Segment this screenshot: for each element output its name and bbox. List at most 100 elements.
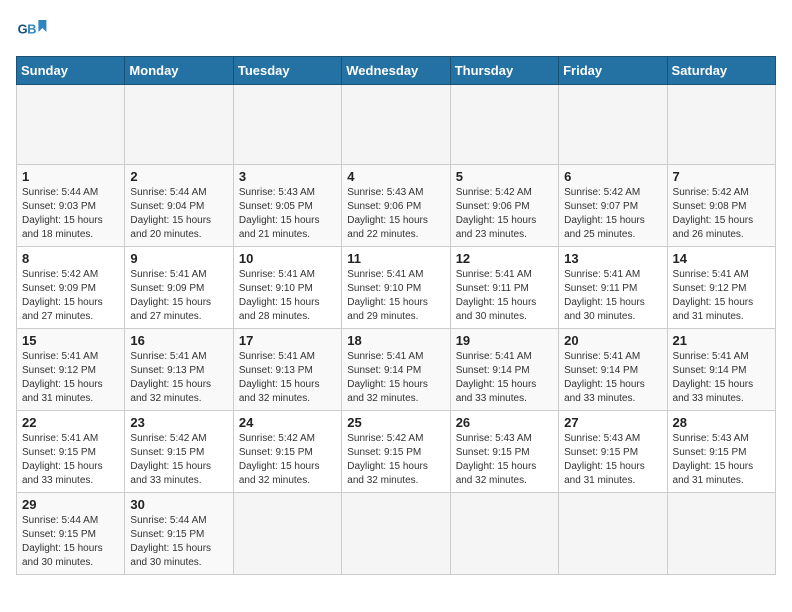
day-info: Sunrise: 5:41 AMSunset: 9:12 PMDaylight:… <box>673 268 770 324</box>
weekday-header-wednesday: Wednesday <box>342 57 450 85</box>
calendar-cell: 6Sunrise: 5:42 AMSunset: 9:07 PMDaylight… <box>559 165 667 247</box>
calendar-week-1: 1 Sunrise: 5:44 AMSunset: 9:03 PMDaylight… <box>17 165 776 247</box>
day-info: Sunrise: 5:43 AMSunset: 9:05 PMDaylight:… <box>239 186 336 242</box>
day-info: Sunrise: 5:42 AMSunset: 9:08 PMDaylight:… <box>673 186 770 242</box>
calendar-cell <box>667 493 775 575</box>
calendar-cell: 27Sunrise: 5:43 AMSunset: 9:15 PMDayligh… <box>559 411 667 493</box>
day-number: 17 <box>239 333 336 348</box>
day-info: Sunrise: 5:43 AMSunset: 9:06 PMDaylight:… <box>347 186 444 242</box>
svg-text:B: B <box>27 22 36 37</box>
day-number: 15 <box>22 333 119 348</box>
day-number: 14 <box>673 251 770 266</box>
calendar-cell: 22 Sunrise: 5:41 AMSunset: 9:15 PMDayligh… <box>17 411 125 493</box>
day-number: 20 <box>564 333 661 348</box>
calendar-cell: 24 Sunrise: 5:42 AMSunset: 9:15 PMDayligh… <box>233 411 341 493</box>
day-number: 11 <box>347 251 444 266</box>
day-number: 29 <box>22 497 119 512</box>
calendar-cell: 21 Sunrise: 5:41 AMSunset: 9:14 PMDayligh… <box>667 329 775 411</box>
day-info: Sunrise: 5:41 AMSunset: 9:15 PMDaylight:… <box>22 432 119 488</box>
weekday-header-row: SundayMondayTuesdayWednesdayThursdayFrid… <box>17 57 776 85</box>
day-info: Sunrise: 5:42 AMSunset: 9:06 PMDaylight:… <box>456 186 553 242</box>
calendar-cell: 15Sunrise: 5:41 AMSunset: 9:12 PMDayligh… <box>17 329 125 411</box>
day-number: 7 <box>673 169 770 184</box>
weekday-header-monday: Monday <box>125 57 233 85</box>
calendar-cell: 20Sunrise: 5:41 AMSunset: 9:14 PMDayligh… <box>559 329 667 411</box>
calendar-week-2: 8Sunrise: 5:42 AMSunset: 9:09 PMDaylight… <box>17 247 776 329</box>
calendar-cell: 3 Sunrise: 5:43 AMSunset: 9:05 PMDaylight… <box>233 165 341 247</box>
day-info: Sunrise: 5:44 AMSunset: 9:03 PMDaylight:… <box>22 186 119 242</box>
calendar-cell: 7 Sunrise: 5:42 AMSunset: 9:08 PMDaylight… <box>667 165 775 247</box>
day-number: 25 <box>347 415 444 430</box>
day-info: Sunrise: 5:41 AMSunset: 9:14 PMDaylight:… <box>673 350 770 406</box>
day-info: Sunrise: 5:43 AMSunset: 9:15 PMDaylight:… <box>456 432 553 488</box>
calendar-cell <box>17 85 125 165</box>
logo: G B <box>16 16 52 48</box>
day-number: 21 <box>673 333 770 348</box>
calendar-cell <box>559 85 667 165</box>
calendar-cell: 28 Sunrise: 5:43 AMSunset: 9:15 PMDayligh… <box>667 411 775 493</box>
weekday-header-thursday: Thursday <box>450 57 558 85</box>
calendar-cell: 26Sunrise: 5:43 AMSunset: 9:15 PMDayligh… <box>450 411 558 493</box>
calendar-cell: 30 Sunrise: 5:44 AMSunset: 9:15 PMDayligh… <box>125 493 233 575</box>
calendar-cell <box>233 493 341 575</box>
calendar-cell: 19Sunrise: 5:41 AMSunset: 9:14 PMDayligh… <box>450 329 558 411</box>
day-info: Sunrise: 5:44 AMSunset: 9:15 PMDaylight:… <box>130 514 227 570</box>
calendar-cell: 2Sunrise: 5:44 AMSunset: 9:04 PMDaylight… <box>125 165 233 247</box>
day-info: Sunrise: 5:41 AMSunset: 9:11 PMDaylight:… <box>456 268 553 324</box>
day-number: 12 <box>456 251 553 266</box>
calendar-cell <box>450 85 558 165</box>
calendar-cell <box>125 85 233 165</box>
day-number: 27 <box>564 415 661 430</box>
day-number: 13 <box>564 251 661 266</box>
day-info: Sunrise: 5:41 AMSunset: 9:14 PMDaylight:… <box>347 350 444 406</box>
calendar-cell <box>667 85 775 165</box>
calendar-cell: 14 Sunrise: 5:41 AMSunset: 9:12 PMDayligh… <box>667 247 775 329</box>
calendar-cell: 8Sunrise: 5:42 AMSunset: 9:09 PMDaylight… <box>17 247 125 329</box>
calendar-table: SundayMondayTuesdayWednesdayThursdayFrid… <box>16 56 776 575</box>
day-info: Sunrise: 5:44 AMSunset: 9:04 PMDaylight:… <box>130 186 227 242</box>
day-number: 30 <box>130 497 227 512</box>
day-info: Sunrise: 5:44 AMSunset: 9:15 PMDaylight:… <box>22 514 119 570</box>
calendar-cell: 23 Sunrise: 5:42 AMSunset: 9:15 PMDayligh… <box>125 411 233 493</box>
calendar-cell: 9Sunrise: 5:41 AMSunset: 9:09 PMDaylight… <box>125 247 233 329</box>
logo-icon: G B <box>16 16 48 48</box>
day-number: 1 <box>22 169 119 184</box>
day-info: Sunrise: 5:41 AMSunset: 9:11 PMDaylight:… <box>564 268 661 324</box>
day-number: 23 <box>130 415 227 430</box>
day-number: 10 <box>239 251 336 266</box>
day-number: 24 <box>239 415 336 430</box>
calendar-cell <box>450 493 558 575</box>
weekday-header-saturday: Saturday <box>667 57 775 85</box>
weekday-header-sunday: Sunday <box>17 57 125 85</box>
calendar-cell: 10 Sunrise: 5:41 AMSunset: 9:10 PMDayligh… <box>233 247 341 329</box>
day-info: Sunrise: 5:41 AMSunset: 9:14 PMDaylight:… <box>456 350 553 406</box>
calendar-cell: 4 Sunrise: 5:43 AMSunset: 9:06 PMDaylight… <box>342 165 450 247</box>
day-number: 22 <box>22 415 119 430</box>
day-info: Sunrise: 5:42 AMSunset: 9:15 PMDaylight:… <box>347 432 444 488</box>
calendar-cell: 29 Sunrise: 5:44 AMSunset: 9:15 PMDayligh… <box>17 493 125 575</box>
calendar-cell <box>559 493 667 575</box>
day-info: Sunrise: 5:42 AMSunset: 9:15 PMDaylight:… <box>239 432 336 488</box>
day-number: 4 <box>347 169 444 184</box>
day-info: Sunrise: 5:41 AMSunset: 9:10 PMDaylight:… <box>239 268 336 324</box>
calendar-week-3: 15Sunrise: 5:41 AMSunset: 9:12 PMDayligh… <box>17 329 776 411</box>
calendar-cell: 12 Sunrise: 5:41 AMSunset: 9:11 PMDayligh… <box>450 247 558 329</box>
calendar-cell <box>342 493 450 575</box>
calendar-week-4: 22 Sunrise: 5:41 AMSunset: 9:15 PMDayligh… <box>17 411 776 493</box>
svg-text:G: G <box>18 22 28 37</box>
day-info: Sunrise: 5:43 AMSunset: 9:15 PMDaylight:… <box>673 432 770 488</box>
day-number: 6 <box>564 169 661 184</box>
weekday-header-friday: Friday <box>559 57 667 85</box>
day-info: Sunrise: 5:41 AMSunset: 9:13 PMDaylight:… <box>130 350 227 406</box>
weekday-header-tuesday: Tuesday <box>233 57 341 85</box>
day-number: 3 <box>239 169 336 184</box>
calendar-cell: 18 Sunrise: 5:41 AMSunset: 9:14 PMDayligh… <box>342 329 450 411</box>
day-info: Sunrise: 5:42 AMSunset: 9:15 PMDaylight:… <box>130 432 227 488</box>
day-number: 18 <box>347 333 444 348</box>
page-header: G B <box>16 16 776 48</box>
day-info: Sunrise: 5:41 AMSunset: 9:13 PMDaylight:… <box>239 350 336 406</box>
calendar-week-5: 29 Sunrise: 5:44 AMSunset: 9:15 PMDayligh… <box>17 493 776 575</box>
day-number: 16 <box>130 333 227 348</box>
calendar-cell: 16 Sunrise: 5:41 AMSunset: 9:13 PMDayligh… <box>125 329 233 411</box>
day-number: 28 <box>673 415 770 430</box>
